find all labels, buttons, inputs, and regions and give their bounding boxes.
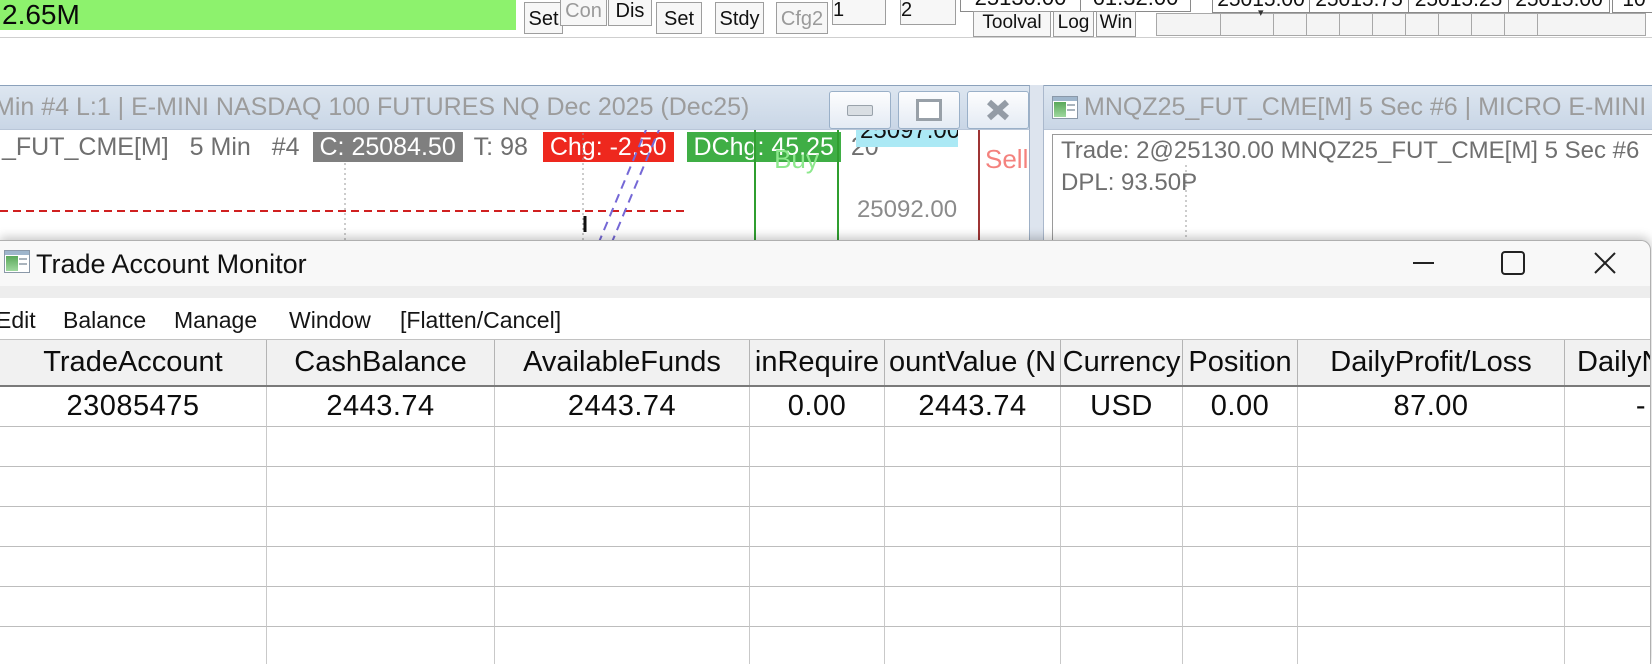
dom-sell-border (978, 130, 980, 240)
tam-window-title: Trade Account Monitor (36, 249, 307, 279)
chart-area[interactable]: _FUT_CME[M] 5 Min #4 C: 25084.50 T: 98 C… (0, 130, 1030, 240)
log-button[interactable]: Log (1053, 11, 1094, 37)
toolbar-cell[interactable] (1537, 13, 1646, 36)
dis-button[interactable]: Dis (608, 0, 652, 26)
tam-window-icon (4, 250, 30, 273)
header-trade-account[interactable]: TradeAccount (0, 340, 267, 385)
set-button-1[interactable]: Set (524, 2, 563, 34)
header-position[interactable]: Position (1183, 340, 1298, 385)
header-daily-profit-loss[interactable]: DailyProfit/Loss (1298, 340, 1565, 385)
tam-close-button[interactable] (1582, 243, 1628, 283)
table-empty-row (0, 627, 1650, 664)
price-field-4: 25015.00 (1508, 0, 1610, 13)
table-header-row: TradeAccount CashBalance AvailableFunds … (0, 339, 1650, 387)
close-icon (1594, 252, 1616, 274)
titlebar-separator (0, 286, 1650, 298)
toolbar-cell[interactable] (1273, 13, 1307, 36)
cell-daily-n[interactable]: - (1565, 387, 1650, 427)
cell-daily-profit-loss[interactable]: 87.00 (1298, 387, 1565, 427)
tam-minimize-button[interactable] (1400, 243, 1446, 283)
header-cash-balance[interactable]: CashBalance (267, 340, 495, 385)
window-divider (1030, 85, 1044, 240)
purple-trendline (598, 130, 647, 240)
top-toolbar: 2.65M Set Con Dis Set Stdy Cfg2 TWC 1 TW… (0, 0, 1652, 38)
restore-icon (916, 99, 942, 121)
menu-manage[interactable]: Manage (174, 303, 257, 337)
minimize-button[interactable] (829, 91, 891, 129)
cell-position[interactable]: 0.00 (1183, 387, 1298, 427)
cell-available-funds[interactable]: 2443.74 (495, 387, 750, 427)
table-row: 23085475 2443.74 2443.74 0.00 2443.74 US… (0, 387, 1650, 427)
twc2-button[interactable]: TWC 2 (900, 0, 956, 25)
account-table: TradeAccount CashBalance AvailableFunds … (0, 339, 1650, 664)
header-available-funds[interactable]: AvailableFunds (495, 340, 750, 385)
toolbar-cell[interactable] (1156, 13, 1221, 36)
table-empty-row (0, 467, 1650, 507)
ask-price: 25097.00 (860, 130, 958, 144)
minimize-icon (847, 104, 873, 116)
toolbar-cell[interactable] (1405, 13, 1439, 36)
close-icon (987, 99, 1009, 121)
chevron-down-icon[interactable]: ▾ (1258, 6, 1264, 19)
dom-buy-border (837, 130, 839, 240)
price-field-3: 25015.25 (1408, 0, 1509, 13)
cfg2-button[interactable]: Cfg2 (776, 2, 828, 34)
toolval-button[interactable]: Toolval (973, 11, 1051, 37)
toolbar-cell[interactable] (1504, 13, 1538, 36)
tam-maximize-button[interactable] (1490, 243, 1536, 283)
twc1-button[interactable]: TWC 1 (832, 0, 886, 25)
menu-edit[interactable]: Edit (0, 303, 36, 337)
ask-price-cell[interactable]: 25097.00 (856, 130, 958, 147)
micro-window-title: MNQZ25_FUT_CME[M] 5 Sec #6 | MICRO E-MIN… (1084, 93, 1652, 121)
price-level[interactable]: 25092.00 (856, 196, 958, 224)
micro-chart-area[interactable]: Trade: 2@25130.00 MNQZ25_FUT_CME[M] 5 Se… (1044, 130, 1652, 240)
toolbar-cell[interactable] (1471, 13, 1505, 36)
menu-window[interactable]: Window (289, 303, 371, 337)
cell-currency[interactable]: USD (1061, 387, 1183, 427)
tam-titlebar[interactable]: Trade Account Monitor (0, 241, 1650, 286)
header-currency[interactable]: Currency (1061, 340, 1183, 385)
cell-margin-requirement[interactable]: 0.00 (750, 387, 885, 427)
screen: 2.65M Set Con Dis Set Stdy Cfg2 TWC 1 TW… (0, 0, 1652, 664)
win-button[interactable]: Win (1096, 11, 1136, 37)
cell-trade-account[interactable]: 23085475 (0, 387, 267, 427)
toolbar-cell[interactable] (1220, 13, 1274, 36)
trade-account-monitor-window: Trade Account Monitor Edit Balance Manag… (0, 240, 1651, 664)
micro-grid (1185, 165, 1187, 240)
volume-badge: 2.65M (0, 0, 516, 30)
trade-info-box: Trade: 2@25130.00 MNQZ25_FUT_CME[M] 5 Se… (1052, 134, 1652, 240)
chart-window-title: Min #4 L:1 | E-MINI NASDAQ 100 FUTURES N… (0, 93, 750, 121)
purple-trendline (611, 130, 660, 240)
toolbar-cell[interactable] (1339, 13, 1373, 36)
toolbar-cell[interactable] (1372, 13, 1406, 36)
price-field-2: 25015.75 (1309, 0, 1409, 13)
price-field-5: 10 (1612, 0, 1652, 13)
minimize-icon (1412, 262, 1434, 264)
restore-button[interactable] (898, 91, 960, 129)
micro-window-titlebar[interactable]: MNQZ25_FUT_CME[M] 5 Sec #6 | MICRO E-MIN… (1044, 85, 1652, 130)
cell-cash-balance[interactable]: 2443.74 (267, 387, 495, 427)
toolbar-cell[interactable] (1438, 13, 1472, 36)
table-empty-row (0, 547, 1650, 587)
stdy-button[interactable]: Stdy (715, 2, 764, 34)
menu-balance[interactable]: Balance (63, 303, 146, 337)
chart-window-icon (1052, 96, 1078, 119)
header-account-value[interactable]: ountValue (N (885, 340, 1061, 385)
header-daily-n[interactable]: DailyN (1565, 340, 1650, 385)
set-button-2[interactable]: Set (656, 2, 702, 34)
header-margin-requirement[interactable]: inRequire (750, 340, 885, 385)
cell-account-value[interactable]: 2443.74 (885, 387, 1061, 427)
table-empty-row (0, 507, 1650, 547)
table-empty-row (0, 587, 1650, 627)
table-empty-row (0, 427, 1650, 467)
toolbar-cell[interactable] (1306, 13, 1340, 36)
maximize-icon (1501, 251, 1525, 275)
sell-button[interactable]: Sell (985, 144, 1029, 175)
con-button[interactable]: Con (560, 0, 607, 26)
menu-flatten-cancel[interactable]: [Flatten/Cancel] (400, 303, 561, 337)
close-button[interactable] (967, 91, 1029, 129)
buy-button[interactable]: Buy (756, 144, 837, 175)
